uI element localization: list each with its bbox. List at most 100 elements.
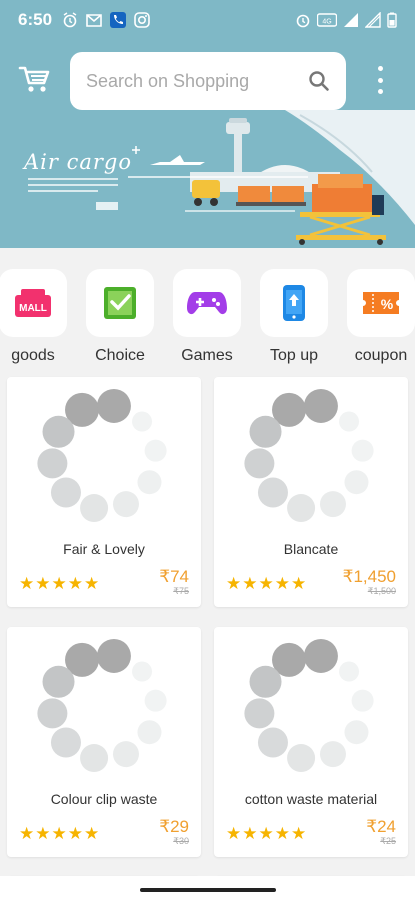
product-card[interactable]: Fair & Lovely ★ ★ ★ ★ ★ ₹74 ₹75 <box>7 377 201 607</box>
star-icon: ★ <box>226 824 242 843</box>
star-icon: ★ <box>242 574 258 593</box>
spinner-dot <box>344 470 369 495</box>
category-label: coupon <box>354 347 408 364</box>
price-current: ₹24 <box>366 817 396 836</box>
price-current: ₹29 <box>159 817 189 836</box>
spinner-dot <box>80 744 109 773</box>
star-icon: ★ <box>67 824 83 843</box>
search-input[interactable]: Search on Shopping <box>86 71 308 92</box>
category-tile[interactable] <box>86 269 154 337</box>
phone-topup-icon <box>283 285 305 321</box>
product-rating: ★ ★ ★ ★ ★ <box>19 825 99 842</box>
star-icon: ★ <box>35 824 51 843</box>
coupon-percent-icon: % <box>363 292 399 314</box>
price-current: ₹1,450 <box>342 567 396 586</box>
spinner-dot <box>50 727 81 758</box>
spinner-dot <box>137 720 162 745</box>
spinner-dot <box>244 448 275 479</box>
category-label: Top up <box>269 347 319 364</box>
star-icon: ★ <box>291 574 307 593</box>
category-games[interactable]: Games <box>172 269 242 365</box>
spinner-dot <box>339 661 360 682</box>
status-time: 6:50 <box>18 10 53 29</box>
spinner-dot <box>137 470 162 495</box>
search-icon[interactable] <box>308 70 330 92</box>
price-current: ₹74 <box>159 567 189 586</box>
product-card[interactable]: cotton waste material ★ ★ ★ ★ ★ ₹24 ₹25 <box>214 627 408 857</box>
product-rating: ★ ★ ★ ★ ★ <box>226 825 306 842</box>
search-bar[interactable]: Search on Shopping <box>70 52 346 110</box>
spinner-dot <box>144 689 167 712</box>
price-original: ₹75 <box>173 586 189 596</box>
category-tile[interactable] <box>260 269 328 337</box>
mall-icon: MALL <box>15 289 51 317</box>
alarm-icon <box>296 14 310 28</box>
spinner-dot <box>96 388 131 423</box>
loading-spinner-icon <box>37 388 167 523</box>
category-top-up[interactable]: Top up <box>259 269 329 365</box>
product-card[interactable]: Colour clip waste ★ ★ ★ ★ ★ ₹29 ₹30 <box>7 627 201 857</box>
product-card[interactable]: Blancate ★ ★ ★ ★ ★ ₹1,450 ₹1,500 <box>214 377 408 607</box>
category-coupon[interactable]: % coupon <box>346 269 415 365</box>
product-name: cotton waste material <box>244 791 378 807</box>
banner-title: Air cargo <box>24 150 133 174</box>
product-price: ₹29 ₹30 <box>159 817 189 847</box>
spinner-dot <box>303 638 338 673</box>
spinner-dot <box>319 491 346 518</box>
gmail-icon <box>86 14 102 27</box>
spinner-dot <box>319 741 346 768</box>
toolbar: Search on Shopping <box>0 52 415 110</box>
status-bar: 6:50 4G <box>0 0 415 40</box>
star-icon: ★ <box>67 574 83 593</box>
category-label: Choice <box>95 347 145 364</box>
spinner-dot <box>80 494 109 523</box>
more-vert-icon[interactable] <box>370 64 390 96</box>
air-cargo-illustration <box>28 110 415 245</box>
spinner-dot <box>344 720 369 745</box>
star-icon: ★ <box>274 574 290 593</box>
category-label: Games <box>181 347 233 364</box>
loading-spinner-icon <box>37 638 167 773</box>
star-icon: ★ <box>258 574 274 593</box>
spinner-dot <box>132 411 153 432</box>
spinner-dot <box>112 741 139 768</box>
spinner-dot <box>50 477 81 508</box>
gamepad-icon <box>187 292 227 315</box>
price-original: ₹25 <box>380 836 396 846</box>
loading-spinner-icon <box>244 388 374 523</box>
star-icon: ★ <box>258 824 274 843</box>
spinner-dot <box>249 415 282 448</box>
category-tile[interactable]: % <box>347 269 415 337</box>
star-icon: ★ <box>19 574 35 593</box>
product-price: ₹24 ₹25 <box>366 817 396 847</box>
cart-icon[interactable] <box>18 64 50 94</box>
star-icon: ★ <box>35 574 51 593</box>
spinner-dot <box>144 439 167 462</box>
spinner-dot <box>42 665 75 698</box>
category-strip[interactable]: MALL goods Choice Games Top up % coupon <box>0 248 415 376</box>
spinner-dot <box>42 415 75 448</box>
home-indicator[interactable] <box>140 888 276 892</box>
star-icon: ★ <box>226 574 242 593</box>
category-choice[interactable]: Choice <box>85 269 155 365</box>
category-label: goods <box>11 347 55 364</box>
spinner-dot <box>351 439 374 462</box>
instagram-icon <box>134 12 150 28</box>
alarm-icon <box>63 12 77 28</box>
star-icon: ★ <box>84 574 100 593</box>
star-icon: ★ <box>242 824 258 843</box>
category-tile[interactable] <box>173 269 241 337</box>
spinner-dot <box>96 638 131 673</box>
spinner-dot <box>287 494 316 523</box>
product-name: Fair & Lovely <box>63 541 145 557</box>
price-original: ₹1,500 <box>367 586 396 596</box>
price-original: ₹30 <box>173 836 189 846</box>
star-icon: ★ <box>274 824 290 843</box>
spinner-dot <box>37 698 68 729</box>
promo-banner[interactable]: Air cargo <box>0 110 415 248</box>
category-tile[interactable]: MALL <box>0 269 67 337</box>
category-goods[interactable]: MALL goods <box>0 269 68 365</box>
spinner-dot <box>257 477 288 508</box>
spinner-dot <box>351 689 374 712</box>
star-icon: ★ <box>291 824 307 843</box>
